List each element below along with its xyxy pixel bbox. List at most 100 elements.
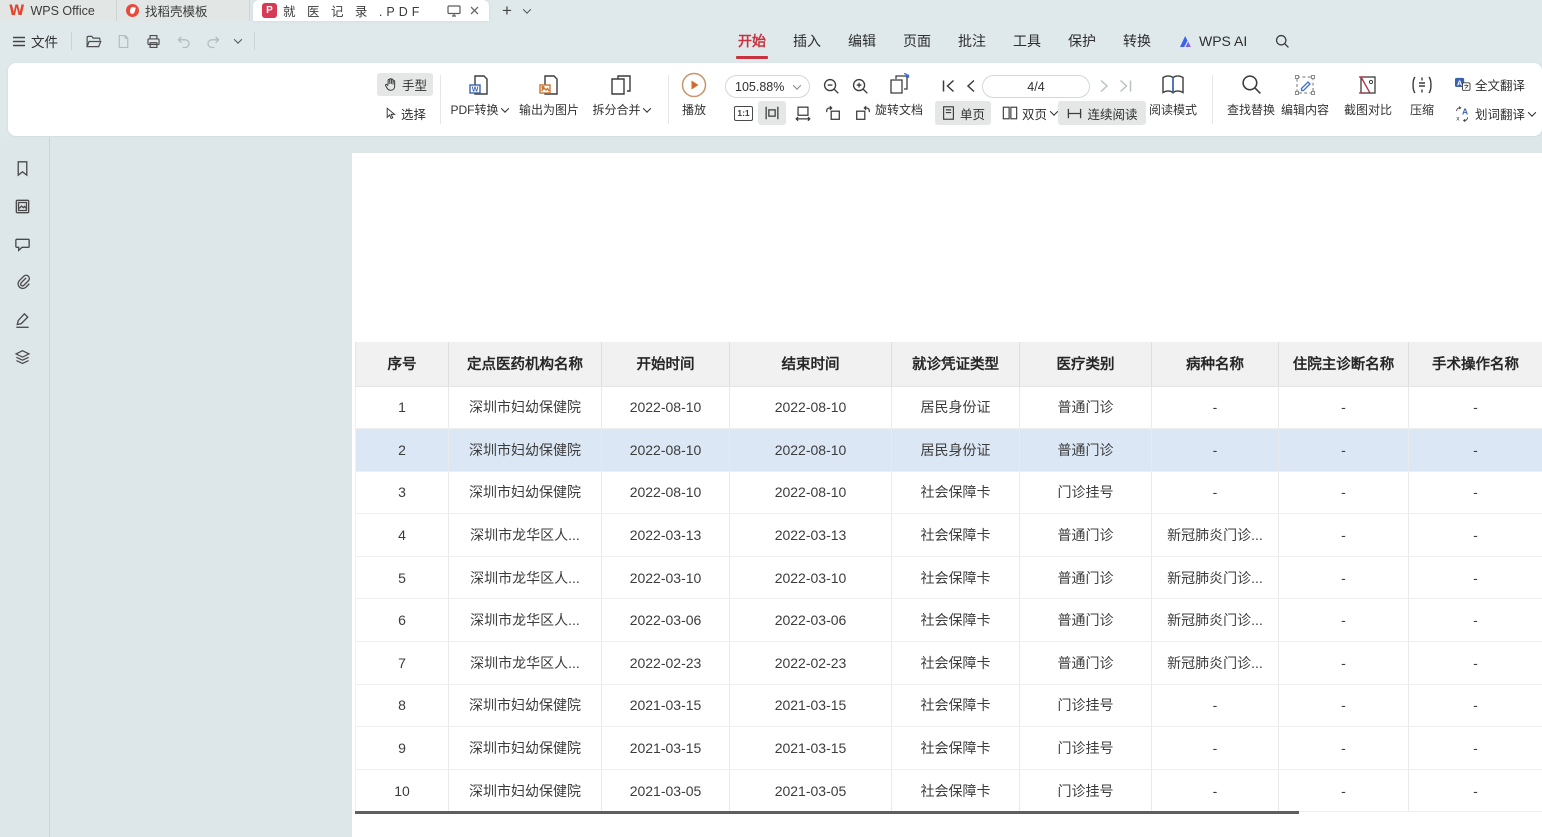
full-translate-button[interactable]: A 全文翻译 bbox=[1448, 73, 1531, 96]
open-file-icon[interactable] bbox=[85, 33, 102, 50]
table-cell: 2021-03-15 bbox=[730, 684, 892, 727]
read-mode-button[interactable]: 阅读模式 bbox=[1138, 71, 1208, 118]
rotate-right-button[interactable] bbox=[850, 101, 876, 125]
edit-content-button[interactable]: 编辑内容 bbox=[1270, 71, 1340, 118]
redo-icon[interactable] bbox=[205, 33, 222, 50]
zoom-out-icon bbox=[822, 77, 841, 96]
table-cell: - bbox=[1409, 769, 1542, 812]
table-cell: 深圳市妇幼保健院 bbox=[449, 727, 602, 770]
ribbon-tab-2[interactable]: 插入 bbox=[793, 21, 821, 61]
ribbon-tab-8[interactable]: 转换 bbox=[1123, 21, 1151, 61]
single-page-button[interactable]: 单页 bbox=[935, 101, 991, 125]
next-page-button[interactable] bbox=[1095, 75, 1113, 97]
save-icon[interactable] bbox=[115, 33, 132, 50]
find-replace-icon bbox=[1240, 73, 1263, 96]
ribbon-tab-6[interactable]: 工具 bbox=[1013, 21, 1041, 61]
play-icon bbox=[681, 72, 707, 98]
tab-wps-office[interactable]: W WPS Office bbox=[0, 0, 117, 21]
table-row[interactable]: 9深圳市妇幼保健院2021-03-152021-03-15社会保障卡门诊挂号--… bbox=[356, 727, 1542, 770]
undo-icon[interactable] bbox=[175, 33, 192, 50]
column-header: 就诊凭证类型 bbox=[892, 342, 1020, 386]
select-tool-button[interactable]: 选择 bbox=[377, 102, 432, 125]
table-cell: - bbox=[1279, 429, 1409, 472]
ribbon-tab-5[interactable]: 批注 bbox=[958, 21, 986, 61]
pdf-page[interactable]: 序号定点医药机构名称开始时间结束时间就诊凭证类型医疗类别病种名称住院主诊断名称手… bbox=[352, 153, 1542, 837]
window-tab-bar: W WPS Office 找稻壳模板 P 就 医 记 录 .PDF + bbox=[0, 0, 1542, 21]
table-row[interactable]: 6深圳市龙华区人...2022-03-062022-03-06社会保障卡普通门诊… bbox=[356, 599, 1542, 642]
pdf-convert-icon: W bbox=[467, 73, 491, 97]
screenshot-compare-button[interactable]: 截图对比 bbox=[1333, 71, 1403, 118]
tab-list-chevron-icon[interactable] bbox=[524, 0, 530, 21]
wps-ai-button[interactable]: WPS AI bbox=[1178, 33, 1247, 49]
play-button[interactable]: 播放 bbox=[672, 71, 716, 118]
ribbon-tab-4[interactable]: 页面 bbox=[903, 21, 931, 61]
quickbar-chevron-icon[interactable] bbox=[234, 35, 242, 43]
close-tab-icon[interactable] bbox=[469, 5, 480, 16]
table-cell: 6 bbox=[356, 599, 449, 642]
pdf-file-icon: P bbox=[262, 3, 277, 18]
attachment-icon[interactable] bbox=[13, 272, 32, 291]
file-menu-button[interactable]: 文件 bbox=[12, 31, 58, 51]
monitor-icon[interactable] bbox=[447, 5, 461, 17]
table-row[interactable]: 7深圳市龙华区人...2022-02-232022-02-23社会保障卡普通门诊… bbox=[356, 642, 1542, 685]
tab-document-active[interactable]: P 就 医 记 录 .PDF bbox=[253, 0, 489, 21]
menu-bar: 文件 开始插入编辑页面批注工具保护转换 WPS AI bbox=[0, 21, 1542, 61]
compress-button[interactable]: 压缩 bbox=[1397, 71, 1447, 118]
tab-docer-templates[interactable]: 找稻壳模板 bbox=[117, 0, 250, 21]
divider bbox=[1212, 75, 1213, 124]
fit-width-icon bbox=[763, 104, 781, 122]
fit-page-button[interactable] bbox=[790, 101, 816, 125]
thumbnail-icon[interactable] bbox=[13, 197, 32, 216]
rotate-left-button[interactable] bbox=[820, 101, 846, 125]
search-icon[interactable] bbox=[1274, 33, 1291, 50]
table-row[interactable]: 5深圳市龙华区人...2022-03-102022-03-10社会保障卡普通门诊… bbox=[356, 556, 1542, 599]
last-page-button[interactable] bbox=[1115, 75, 1135, 97]
continuous-reading-button[interactable]: 连续阅读 bbox=[1058, 101, 1146, 125]
zoom-level-select[interactable]: 105.88% bbox=[725, 75, 810, 98]
table-cell: - bbox=[1409, 684, 1542, 727]
double-page-button[interactable]: 双页 bbox=[998, 101, 1061, 125]
read-mode-icon bbox=[1160, 73, 1186, 97]
layers-icon[interactable] bbox=[13, 348, 32, 367]
bookmark-icon[interactable] bbox=[13, 159, 32, 178]
new-tab-button[interactable]: + bbox=[502, 0, 512, 21]
ribbon-tab-7[interactable]: 保护 bbox=[1068, 21, 1096, 61]
table-cell: 普通门诊 bbox=[1020, 429, 1152, 472]
rotate-document-icon bbox=[887, 72, 912, 97]
table-row[interactable]: 2深圳市妇幼保健院2022-08-102022-08-10居民身份证普通门诊--… bbox=[356, 429, 1542, 472]
previous-page-icon bbox=[965, 79, 976, 93]
export-image-button[interactable]: 输出为图片 bbox=[509, 71, 589, 118]
dropdown-chevron-icon bbox=[500, 104, 508, 112]
previous-page-button[interactable] bbox=[961, 75, 979, 97]
pdf-convert-button[interactable]: W PDF转换 bbox=[439, 71, 519, 118]
word-translate-label: 划词翻译 bbox=[1475, 104, 1525, 123]
table-cell: 门诊挂号 bbox=[1020, 471, 1152, 514]
table-row[interactable]: 8深圳市妇幼保健院2021-03-152021-03-15社会保障卡门诊挂号--… bbox=[356, 684, 1542, 727]
column-header: 住院主诊断名称 bbox=[1279, 342, 1409, 386]
full-translate-label: 全文翻译 bbox=[1475, 75, 1525, 94]
svg-text:A: A bbox=[1462, 106, 1468, 116]
table-row[interactable]: 10深圳市妇幼保健院2021-03-052021-03-05社会保障卡门诊挂号-… bbox=[356, 769, 1542, 812]
table-cell: 新冠肺炎门诊... bbox=[1152, 514, 1279, 557]
split-merge-button[interactable]: 拆分合并 bbox=[581, 71, 661, 118]
zoom-out-button[interactable] bbox=[820, 75, 842, 97]
print-icon[interactable] bbox=[145, 33, 162, 50]
dropdown-chevron-icon bbox=[642, 104, 650, 112]
table-row[interactable]: 3深圳市妇幼保健院2022-08-102022-08-10社会保障卡门诊挂号--… bbox=[356, 471, 1542, 514]
table-row[interactable]: 4深圳市龙华区人...2022-03-132022-03-13社会保障卡普通门诊… bbox=[356, 514, 1542, 557]
hand-tool-button[interactable]: 手型 bbox=[377, 73, 433, 96]
ribbon-tab-1[interactable]: 开始 bbox=[738, 21, 766, 61]
page-number-input[interactable]: 4/4 bbox=[982, 75, 1090, 98]
first-page-button[interactable] bbox=[938, 75, 958, 97]
table-row[interactable]: 1深圳市妇幼保健院2022-08-102022-08-10居民身份证普通门诊--… bbox=[356, 386, 1542, 429]
table-cell: 2022-02-23 bbox=[602, 642, 730, 685]
table-cell: 10 bbox=[356, 769, 449, 812]
ribbon-tab-3[interactable]: 编辑 bbox=[848, 21, 876, 61]
fit-width-button[interactable] bbox=[758, 101, 786, 125]
comment-icon[interactable] bbox=[13, 235, 32, 254]
annotate-pen-icon[interactable] bbox=[13, 310, 32, 329]
hand-tool-label: 手型 bbox=[402, 75, 427, 94]
actual-size-button[interactable]: 1:1 bbox=[730, 101, 757, 125]
table-cell: 普通门诊 bbox=[1020, 599, 1152, 642]
word-translate-button[interactable]: Ax 划词翻译 bbox=[1448, 102, 1541, 125]
